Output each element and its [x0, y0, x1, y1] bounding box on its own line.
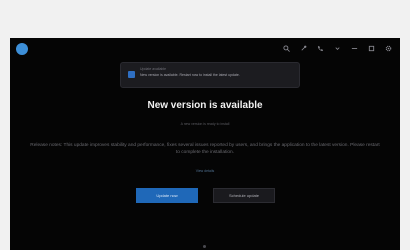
notification-message: New version is available. Restart now to… — [140, 73, 240, 77]
release-notes-text: Release notes: This update improves stab… — [30, 143, 380, 155]
maximize-icon[interactable] — [368, 45, 375, 52]
view-details-link[interactable]: View details — [10, 169, 400, 173]
pin-icon[interactable] — [300, 45, 307, 52]
title-bar-icons — [283, 45, 392, 52]
schedule-update-button[interactable]: Schedule update — [213, 188, 275, 203]
notification-title: Update available — [140, 67, 167, 71]
title-bar — [10, 38, 400, 62]
app-window: Update available New version is availabl… — [10, 38, 400, 250]
dialog-subtitle: A new version is ready to install — [180, 122, 230, 126]
page-indicator — [203, 245, 206, 248]
app-logo — [16, 43, 28, 55]
chevron-down-icon[interactable] — [334, 45, 341, 52]
settings-icon[interactable] — [385, 45, 392, 52]
dialog-title: New version is available — [147, 100, 263, 111]
update-notification[interactable]: Update available New version is availabl… — [120, 62, 300, 88]
notification-checkbox[interactable] — [128, 71, 135, 78]
search-icon[interactable] — [283, 45, 290, 52]
update-now-button[interactable]: Update now — [136, 188, 198, 203]
status-bar — [10, 243, 400, 250]
minimize-icon[interactable] — [351, 45, 358, 52]
phone-icon[interactable] — [317, 45, 324, 52]
